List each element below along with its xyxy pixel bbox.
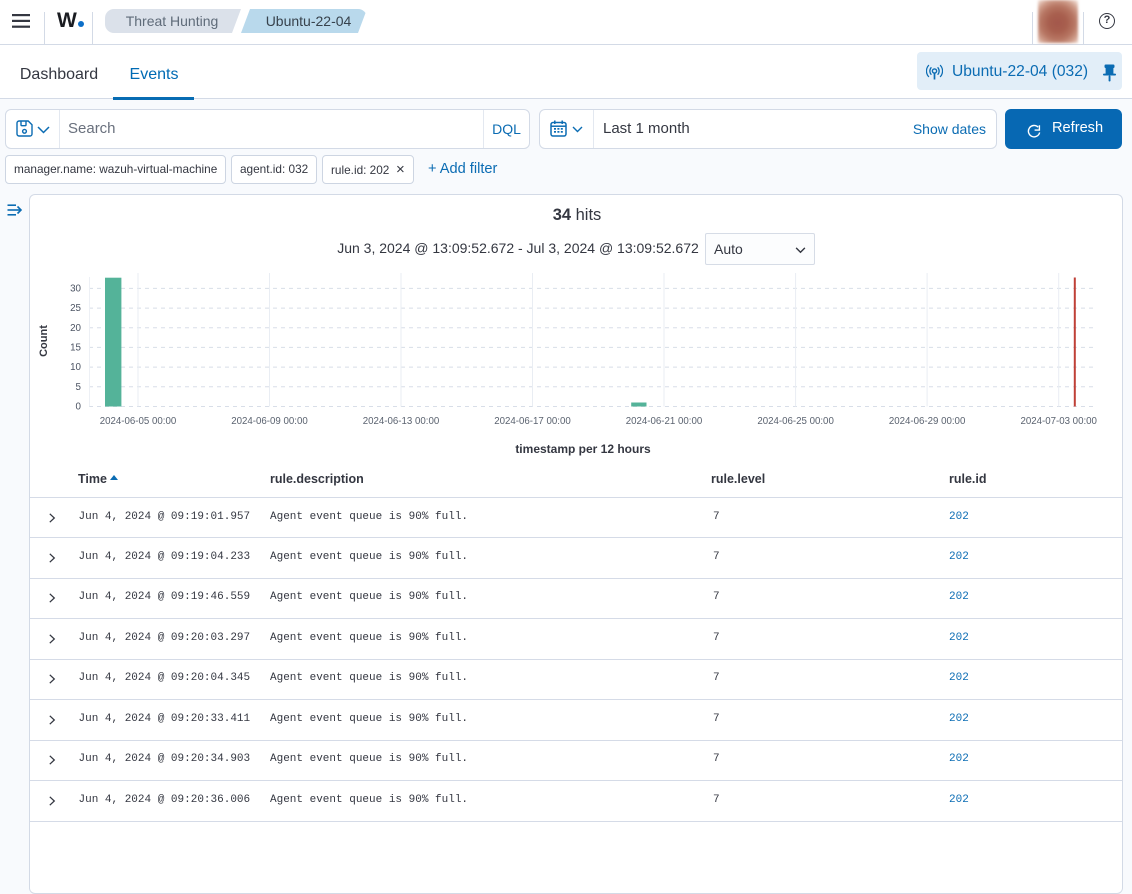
svg-text:20: 20 <box>70 323 81 334</box>
svg-text:2024-06-13 00:00: 2024-06-13 00:00 <box>363 416 440 427</box>
svg-text:25: 25 <box>70 303 81 314</box>
svg-text:30: 30 <box>70 284 81 295</box>
svg-text:10: 10 <box>70 362 81 373</box>
svg-text:0: 0 <box>76 402 82 413</box>
svg-text:2024-06-17 00:00: 2024-06-17 00:00 <box>494 416 571 427</box>
svg-text:2024-06-09 00:00: 2024-06-09 00:00 <box>231 416 308 427</box>
svg-text:2024-06-05 00:00: 2024-06-05 00:00 <box>100 416 177 427</box>
svg-text:2024-06-25 00:00: 2024-06-25 00:00 <box>757 416 834 427</box>
svg-text:5: 5 <box>76 382 82 393</box>
svg-text:Count: Count <box>38 325 50 357</box>
svg-text:15: 15 <box>70 343 81 354</box>
svg-text:2024-06-29 00:00: 2024-06-29 00:00 <box>889 416 966 427</box>
svg-text:2024-07-03 00:00: 2024-07-03 00:00 <box>1020 416 1097 427</box>
svg-text:2024-06-21 00:00: 2024-06-21 00:00 <box>626 416 703 427</box>
svg-text:timestamp per 12 hours: timestamp per 12 hours <box>515 442 651 456</box>
